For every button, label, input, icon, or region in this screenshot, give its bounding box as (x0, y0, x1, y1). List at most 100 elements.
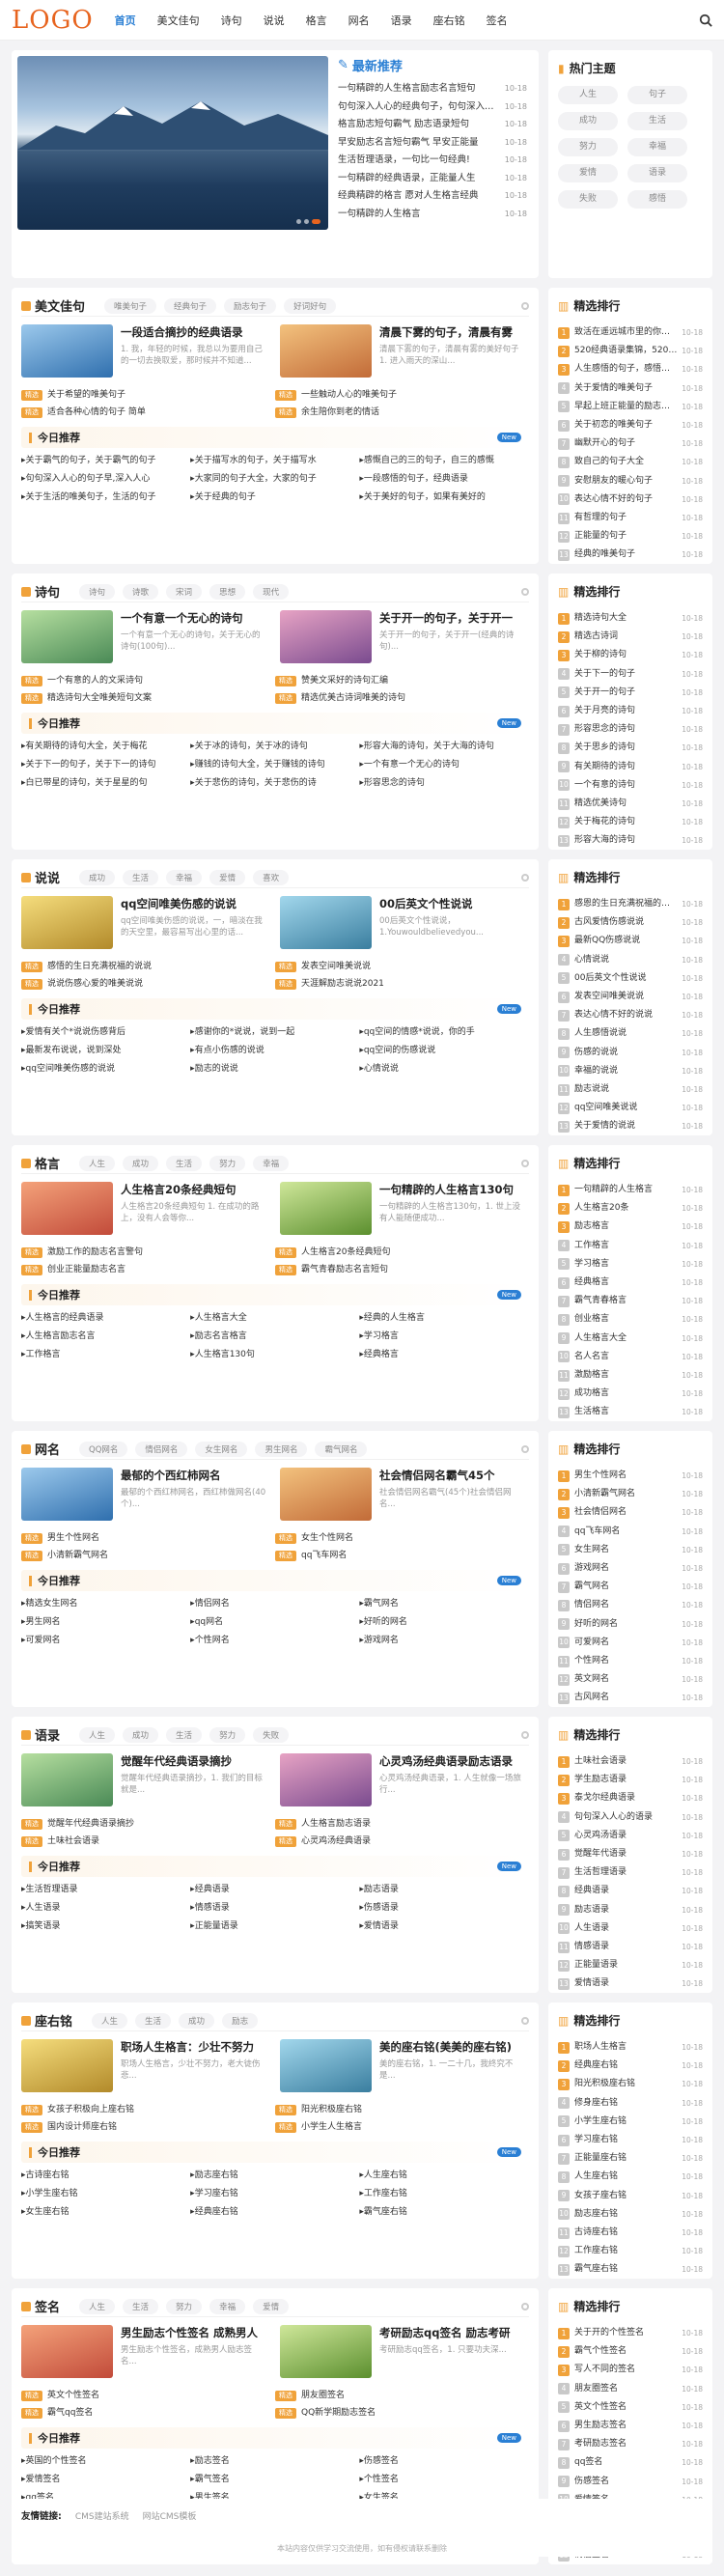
rank-item-title[interactable]: 土味社会语录 (574, 1752, 678, 1771)
rank-item[interactable]: 4 工作格言 10-18 (558, 1237, 703, 1255)
today-item[interactable]: ▸爱情签名 (21, 2471, 190, 2489)
article-title[interactable]: 美的座右铭(美美的座右铭) (379, 2039, 526, 2055)
rank-item[interactable]: 7 幽默开心的句子 10-18 (558, 434, 703, 453)
rank-item-title[interactable]: 古诗座右铭 (574, 2224, 678, 2242)
rank-item[interactable]: 10 幸福的说说 10-18 (558, 1062, 703, 1080)
section-subcategory[interactable]: 幸福 (166, 869, 203, 885)
latest-item[interactable]: 经典精辟的格言 愿对人生格言经典 10-18 (338, 187, 527, 206)
article-card[interactable]: 社会情侣网名霸气45个 社会情侣网名霸气(45个)社会情侣网名... (280, 1468, 529, 1522)
rank-item[interactable]: 5 小学生座右铭 10-18 (558, 2113, 703, 2131)
today-item[interactable]: ▸学习座右铭 (190, 2185, 359, 2203)
article-title[interactable]: 男生励志个性签名 成熟男人 (121, 2325, 267, 2340)
tag-chip[interactable]: 感悟 (627, 190, 687, 209)
today-item-title[interactable]: 个性签名 (364, 2475, 399, 2484)
rank-item-title[interactable]: 生活哲理语录 (574, 1863, 678, 1882)
today-item[interactable]: ▸情感语录 (190, 1899, 359, 1918)
section-subcategory[interactable]: 经典句子 (164, 297, 217, 314)
rank-item-title[interactable]: 形容思念的诗句 (574, 720, 678, 739)
today-item[interactable]: ▸搞笑语录 (21, 1918, 190, 1936)
featured-title[interactable]: 余生陪你到老的情话 (301, 407, 379, 417)
featured-title[interactable]: 一些触动人心的唯美句子 (301, 390, 397, 400)
today-item-title[interactable]: 关于霸气的句子，关于霸气的句子 (26, 456, 156, 465)
featured-item[interactable]: 精选 朋友圈签名 (275, 2387, 529, 2404)
rank-item[interactable]: 5 关于开一的句子 10-18 (558, 684, 703, 702)
today-item[interactable]: ▸人生格言130句 (190, 1346, 359, 1364)
today-item[interactable]: ▸关于美好的句子，如果有美好的 (359, 489, 528, 507)
rank-item-title[interactable]: 泰戈尔经典语录 (574, 1789, 678, 1807)
article-card[interactable]: 美的座右铭(美美的座右铭) 美的座右铭，1. 一二十几，我终究不是... (280, 2039, 529, 2093)
rank-item[interactable]: 5 00后英文个性说说 10-18 (558, 969, 703, 988)
rank-item-title[interactable]: 学习座右铭 (574, 2131, 678, 2149)
today-item[interactable]: ▸qq网名 (190, 1613, 359, 1632)
rank-item[interactable]: 2 精选古诗词 10-18 (558, 628, 703, 646)
section-subcategory[interactable]: 成功 (79, 869, 116, 885)
section-subcategory[interactable]: 女生网名 (195, 1441, 248, 1457)
rank-item[interactable]: 7 霸气网名 10-18 (558, 1578, 703, 1596)
section-title-text[interactable]: 签名 (35, 2297, 60, 2315)
rank-item[interactable]: 13 关于爱情的说说 10-18 (558, 1117, 703, 1135)
today-item-title[interactable]: 感谢你的*说说，说到一起 (195, 1027, 295, 1037)
rank-item-title[interactable]: 男生励志签名 (574, 2417, 678, 2435)
rank-item[interactable]: 13 经典的唯美句子 10-18 (558, 546, 703, 564)
nav-item[interactable]: 说说 (264, 13, 285, 28)
rank-item[interactable]: 1 精选诗句大全 10-18 (558, 609, 703, 628)
rank-item[interactable]: 1 职场人生格言 10-18 (558, 2038, 703, 2057)
article-thumbnail[interactable] (280, 896, 372, 949)
section-subcategory[interactable]: 喜欢 (253, 869, 290, 885)
rank-item-title[interactable]: 一个有意的诗句 (574, 776, 678, 795)
today-item-title[interactable]: 关于冰的诗句，关于冰的诗句 (195, 742, 308, 751)
today-item-title[interactable]: 励志名言格言 (195, 1331, 247, 1341)
today-item-title[interactable]: 心情说说 (364, 1064, 399, 1074)
today-item[interactable]: ▸人生格言的经典语录 (21, 1309, 190, 1328)
rank-item-title[interactable]: 女生网名 (574, 1541, 678, 1559)
rank-item-title[interactable]: 励志语录 (574, 1901, 678, 1919)
rank-item[interactable]: 8 创业格言 10-18 (558, 1310, 703, 1329)
section-title-text[interactable]: 说说 (35, 868, 60, 886)
today-item[interactable]: ▸形容大海的诗句，关于大海的诗句 (359, 738, 528, 756)
section-subcategory[interactable]: 男生网名 (255, 1441, 308, 1457)
today-item[interactable]: ▸关于霸气的句子，关于霸气的句子 (21, 452, 190, 470)
friend-link[interactable]: CMS建站系统 (75, 2509, 129, 2522)
rank-item-title[interactable]: 霸气座右铭 (574, 2260, 678, 2279)
today-item-title[interactable]: 形容思念的诗句 (364, 778, 425, 788)
today-item-title[interactable]: 好听的网名 (364, 1617, 407, 1627)
section-subcategory[interactable]: 成功 (179, 2012, 215, 2029)
rank-item[interactable]: 12 qq空间唯美说说 10-18 (558, 1099, 703, 1117)
featured-item[interactable]: 精选 QQ新学期励志签名 (275, 2404, 529, 2422)
site-logo[interactable]: LOGO (12, 6, 94, 35)
today-item[interactable]: ▸霸气座右铭 (359, 2203, 528, 2222)
today-item[interactable]: ▸经典语录 (190, 1881, 359, 1899)
rank-item[interactable]: 1 一句精辟的人生格言 10-18 (558, 1181, 703, 1199)
section-title-text[interactable]: 格言 (35, 1154, 60, 1172)
rank-item-title[interactable]: 人生感悟的句子，感悟人生的句子 (574, 360, 678, 378)
nav-item[interactable]: 签名 (487, 13, 508, 28)
today-item[interactable]: ▸关于悲伤的诗句，关于悲伤的诗 (190, 774, 359, 793)
section-title[interactable]: 语录 (21, 1725, 60, 1744)
latest-item[interactable]: 早安励志名言短句霸气 早安正能量 10-18 (338, 134, 527, 153)
rank-item[interactable]: 6 关于初恋的唯美句子 10-18 (558, 416, 703, 434)
rank-item[interactable]: 2 人生格言20条 10-18 (558, 1199, 703, 1218)
today-item-title[interactable]: 经典的人生格言 (364, 1313, 425, 1323)
rank-item[interactable]: 4 qq飞车网名 10-18 (558, 1523, 703, 1541)
section-subcategory[interactable]: 努力 (166, 2298, 203, 2314)
more-icon[interactable] (521, 873, 529, 882)
article-thumbnail[interactable] (21, 610, 113, 663)
featured-title[interactable]: 人生格言励志语录 (301, 1819, 371, 1829)
today-item[interactable]: ▸感谢你的*说说，说到一起 (190, 1023, 359, 1042)
today-item-title[interactable]: 有点小伤感的说说 (195, 1046, 265, 1055)
rank-item[interactable]: 1 感恩的生日充满祝福的说说 10-18 (558, 895, 703, 913)
article-title[interactable]: qq空间唯美伤感的说说 (121, 896, 267, 911)
article-thumbnail[interactable] (280, 2039, 372, 2092)
rank-item-title[interactable]: 精选优美诗句 (574, 795, 678, 813)
tag-chip[interactable]: 失败 (558, 190, 618, 209)
rank-item[interactable]: 2 古风爱情伤感说说 10-18 (558, 913, 703, 932)
rank-item[interactable]: 7 正能量座右铭 10-18 (558, 2149, 703, 2168)
today-item[interactable]: ▸人生格言大全 (190, 1309, 359, 1328)
article-title[interactable]: 最郁的个西红柿网名 (121, 1468, 267, 1483)
slider-dots[interactable] (296, 219, 320, 224)
today-item-title[interactable]: 生活哲理语录 (26, 1885, 78, 1894)
rank-item-title[interactable]: 关于爱情的唯美句子 (574, 379, 678, 398)
rank-item[interactable]: 7 表达心情不好的说说 10-18 (558, 1006, 703, 1024)
rank-item-title[interactable]: 精选古诗词 (574, 628, 678, 646)
article-title[interactable]: 关于开一的句子，关于开一 (379, 610, 526, 626)
